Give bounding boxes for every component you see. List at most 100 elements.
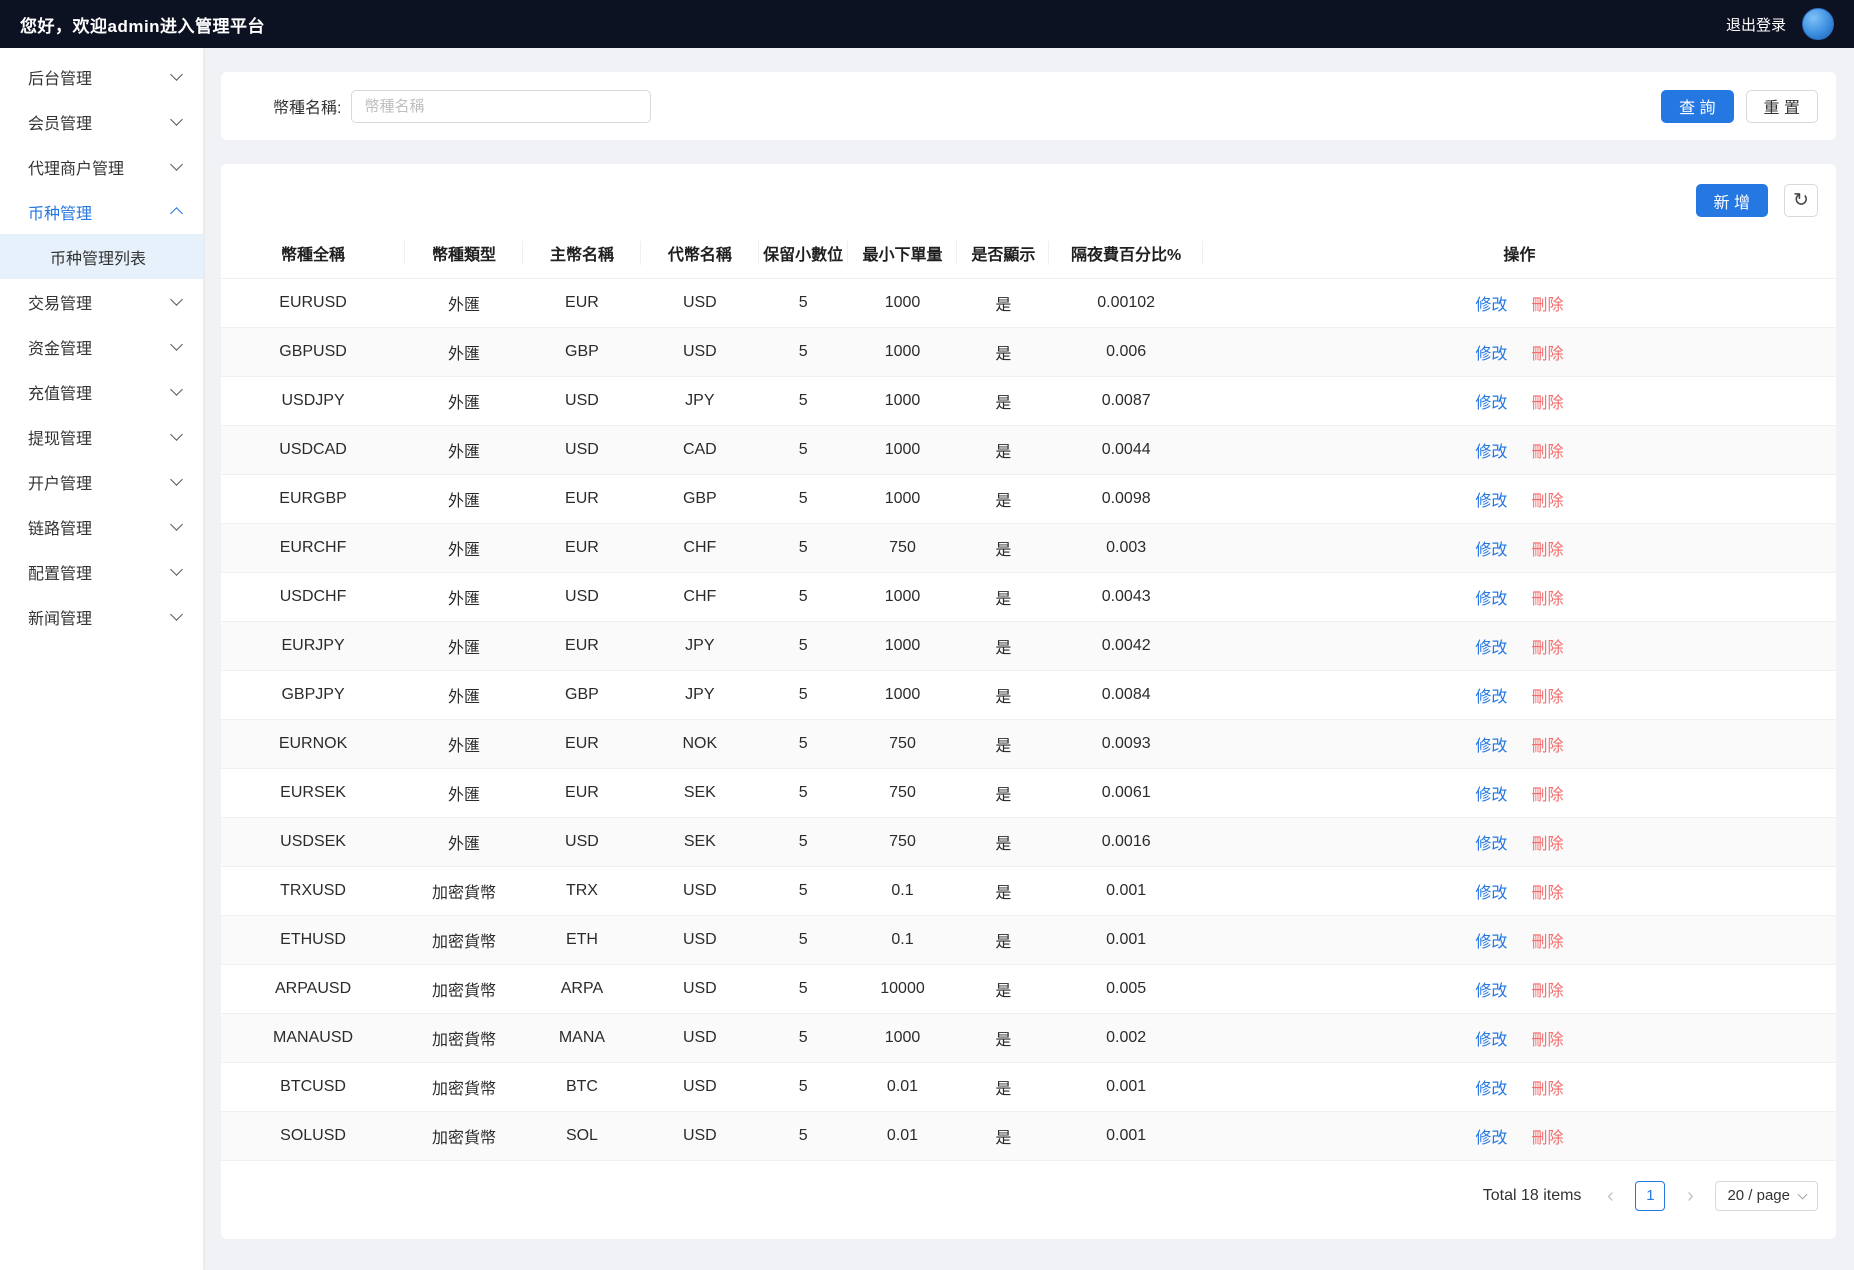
cell-min-order: 1000	[848, 278, 958, 327]
delete-link[interactable]: 刪除	[1531, 1032, 1563, 1049]
delete-link[interactable]: 刪除	[1531, 1130, 1563, 1147]
edit-link[interactable]: 修改	[1475, 1081, 1507, 1098]
table-row: ARPAUSD加密貨幣ARPAUSD510000是0.005修改刪除	[221, 964, 1836, 1013]
page-1-button[interactable]: 1	[1635, 1181, 1665, 1211]
table-row: EURGBP外匯EURGBP51000是0.0098修改刪除	[221, 474, 1836, 523]
cell-decimals: 5	[759, 327, 848, 376]
edit-link[interactable]: 修改	[1475, 493, 1507, 510]
edit-link[interactable]: 修改	[1475, 934, 1507, 951]
cell-full-name: GBPUSD	[221, 327, 405, 376]
sidebar-item-recharge[interactable]: 充值管理	[0, 369, 203, 414]
cell-overnight-fee: 0.0087	[1049, 376, 1202, 425]
avatar[interactable]	[1802, 8, 1834, 40]
chevron-down-icon	[170, 473, 183, 486]
cell-base-currency: ETH	[523, 915, 641, 964]
query-button[interactable]: 查 詢	[1661, 90, 1733, 123]
sidebar-item-agent-merchant[interactable]: 代理商户管理	[0, 144, 203, 189]
chevron-down-icon	[1798, 1189, 1808, 1199]
edit-link[interactable]: 修改	[1475, 591, 1507, 608]
delete-link[interactable]: 刪除	[1531, 297, 1563, 314]
delete-link[interactable]: 刪除	[1531, 689, 1563, 706]
cell-quote-currency: CAD	[641, 425, 759, 474]
delete-link[interactable]: 刪除	[1531, 640, 1563, 657]
edit-link[interactable]: 修改	[1475, 444, 1507, 461]
sidebar-item-label: 代理商户管理	[28, 155, 124, 179]
edit-link[interactable]: 修改	[1475, 836, 1507, 853]
edit-link[interactable]: 修改	[1475, 983, 1507, 1000]
page-size-select[interactable]: 20 / page	[1715, 1181, 1818, 1211]
cell-decimals: 5	[759, 376, 848, 425]
cell-min-order: 0.1	[848, 915, 958, 964]
delete-link[interactable]: 刪除	[1531, 934, 1563, 951]
cell-type: 外匯	[405, 768, 523, 817]
add-button[interactable]: 新 增	[1696, 184, 1768, 217]
sidebar-item-trade[interactable]: 交易管理	[0, 279, 203, 324]
chevron-right-icon: ›	[1687, 1186, 1694, 1206]
sidebar-item-currency[interactable]: 币种管理	[0, 189, 203, 234]
cell-type: 外匯	[405, 376, 523, 425]
edit-link[interactable]: 修改	[1475, 1130, 1507, 1147]
prev-page-button[interactable]: ‹	[1595, 1181, 1625, 1211]
delete-link[interactable]: 刪除	[1531, 787, 1563, 804]
sidebar-item-member[interactable]: 会员管理	[0, 99, 203, 144]
cell-base-currency: BTC	[523, 1062, 641, 1111]
sidebar-item-funds[interactable]: 资金管理	[0, 324, 203, 369]
delete-link[interactable]: 刪除	[1531, 885, 1563, 902]
cell-decimals: 5	[759, 915, 848, 964]
cell-quote-currency: USD	[641, 1111, 759, 1160]
sidebar-subitem-currency-list[interactable]: 币种管理列表	[0, 234, 203, 279]
logout-link[interactable]: 退出登录	[1726, 14, 1786, 35]
currency-name-input[interactable]	[351, 90, 651, 123]
cell-actions: 修改 刪除	[1203, 866, 1836, 915]
delete-link[interactable]: 刪除	[1531, 493, 1563, 510]
sidebar-item-config[interactable]: 配置管理	[0, 549, 203, 594]
edit-link[interactable]: 修改	[1475, 346, 1507, 363]
delete-link[interactable]: 刪除	[1531, 591, 1563, 608]
cell-type: 外匯	[405, 572, 523, 621]
cell-min-order: 1000	[848, 327, 958, 376]
cell-full-name: EURSEK	[221, 768, 405, 817]
delete-link[interactable]: 刪除	[1531, 444, 1563, 461]
cell-min-order: 10000	[848, 964, 958, 1013]
cell-quote-currency: USD	[641, 1062, 759, 1111]
delete-link[interactable]: 刪除	[1531, 346, 1563, 363]
edit-link[interactable]: 修改	[1475, 542, 1507, 559]
total-items: Total 18 items	[1483, 1187, 1582, 1205]
delete-link[interactable]: 刪除	[1531, 542, 1563, 559]
edit-link[interactable]: 修改	[1475, 885, 1507, 902]
delete-link[interactable]: 刪除	[1531, 836, 1563, 853]
cell-decimals: 5	[759, 670, 848, 719]
edit-link[interactable]: 修改	[1475, 640, 1507, 657]
edit-link[interactable]: 修改	[1475, 787, 1507, 804]
cell-actions: 修改 刪除	[1203, 670, 1836, 719]
cell-visible: 是	[957, 1111, 1049, 1160]
sidebar-item-label: 交易管理	[28, 290, 92, 314]
cell-quote-currency: GBP	[641, 474, 759, 523]
delete-link[interactable]: 刪除	[1531, 1081, 1563, 1098]
cell-overnight-fee: 0.002	[1049, 1013, 1202, 1062]
cell-actions: 修改 刪除	[1203, 327, 1836, 376]
sidebar-item-backstage[interactable]: 后台管理	[0, 54, 203, 99]
edit-link[interactable]: 修改	[1475, 297, 1507, 314]
refresh-button[interactable]: ↻	[1784, 184, 1818, 217]
sidebar-item-withdraw[interactable]: 提现管理	[0, 414, 203, 459]
delete-link[interactable]: 刪除	[1531, 983, 1563, 1000]
sidebar-item-label: 资金管理	[28, 335, 92, 359]
edit-link[interactable]: 修改	[1475, 395, 1507, 412]
sidebar-item-account-open[interactable]: 开户管理	[0, 459, 203, 504]
delete-link[interactable]: 刪除	[1531, 395, 1563, 412]
sidebar-item-news[interactable]: 新闻管理	[0, 594, 203, 639]
sidebar-item-link[interactable]: 链路管理	[0, 504, 203, 549]
edit-link[interactable]: 修改	[1475, 689, 1507, 706]
cell-min-order: 1000	[848, 474, 958, 523]
table-row: ETHUSD加密貨幣ETHUSD50.1是0.001修改刪除	[221, 915, 1836, 964]
cell-actions: 修改 刪除	[1203, 817, 1836, 866]
cell-quote-currency: NOK	[641, 719, 759, 768]
reset-button[interactable]: 重 置	[1746, 90, 1818, 123]
cell-min-order: 0.1	[848, 866, 958, 915]
cell-base-currency: EUR	[523, 768, 641, 817]
delete-link[interactable]: 刪除	[1531, 738, 1563, 755]
edit-link[interactable]: 修改	[1475, 1032, 1507, 1049]
edit-link[interactable]: 修改	[1475, 738, 1507, 755]
next-page-button[interactable]: ›	[1675, 1181, 1705, 1211]
